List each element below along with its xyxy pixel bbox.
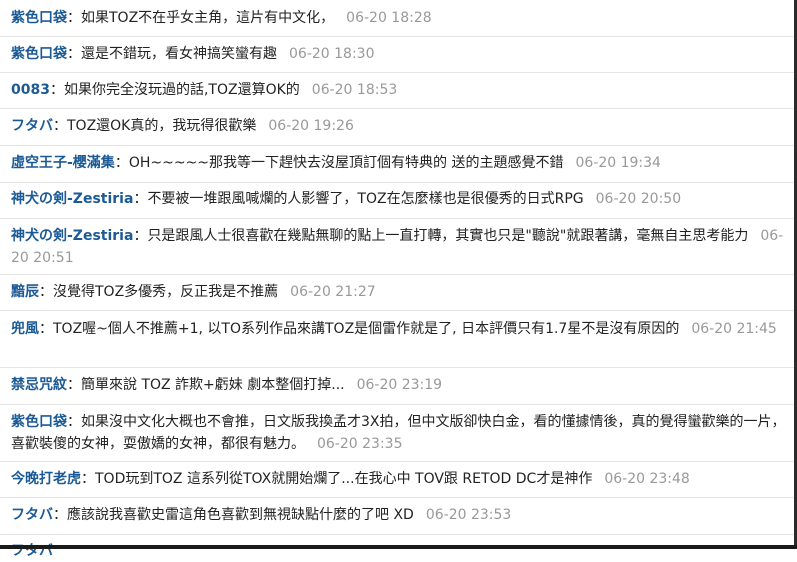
comment-text: 簡單來說 TOZ 詐欺+虧妹 劇本整個打掉... — [81, 377, 345, 393]
comment-text: TOZ還OK真的，我玩得很歡樂 — [67, 118, 257, 134]
comment-author-link[interactable]: 紫色口袋 — [11, 46, 67, 62]
window-bottom-edge — [0, 545, 797, 549]
comment-text: 只是跟風人士很喜歡在幾點無聊的點上一直打轉，其實也只是"聽說"就跟著講，毫無自主… — [147, 228, 749, 244]
comment-text: 不要被一堆跟風喊爛的人影響了，TOZ在怎麼樣也是很優秀的日式RPG — [147, 191, 584, 207]
comment-row: フタバ：應該說我喜歡史雷這角色喜歡到無視缺點什麼的了吧 XD 06-20 23:5… — [0, 498, 797, 535]
comment-time: 06-20 18:28 — [346, 10, 432, 26]
comment-author-link[interactable]: 紫色口袋 — [11, 414, 67, 430]
comment-time: 06-20 21:27 — [290, 284, 376, 300]
comment-author-link[interactable]: 神犬の剣-Zestiria — [11, 228, 133, 244]
comment-row: 紫色口袋：如果沒中文化大概也不會推，日文版我換孟才3X拍，但中文版卻快白金，看的… — [0, 405, 797, 462]
colon: ： — [49, 82, 64, 98]
colon: ： — [67, 46, 81, 62]
comment-time: 06-20 19:34 — [575, 155, 661, 171]
comment-author-link[interactable]: 兜風 — [11, 321, 39, 337]
comment-row: 紫色口袋：還是不錯玩，看女神搞笑蠻有趣 06-20 18:30 — [0, 37, 797, 73]
comment-list: 紫色口袋：如果TOZ不在乎女主角，這片有中文化， 06-20 18:28 紫色口袋… — [0, 0, 797, 559]
colon: ： — [53, 507, 67, 523]
comment-row: 今晚打老虎：TOD玩到TOZ 這系列從TOX就開始爛了...在我心中 TOV跟 … — [0, 462, 797, 498]
comment-time: 06-20 23:19 — [356, 377, 443, 393]
comment-author-link[interactable]: 虛空王子-櫻滿集 — [11, 155, 115, 171]
comment-author-link[interactable]: 黯辰 — [11, 284, 39, 300]
comment-time: 06-20 23:35 — [317, 436, 403, 452]
comment-row: 0083：如果你完全沒玩過的話,TOZ還算OK的 06-20 18:53 — [0, 73, 797, 109]
colon: ： — [39, 284, 53, 300]
comment-row: 神犬の剣-Zestiria：不要被一堆跟風喊爛的人影響了，TOZ在怎麼樣也是很優… — [0, 183, 797, 219]
comment-row: 虛空王子-櫻滿集：OH~~~~~那我等一下趕快去沒屋頂訂個有特典的 送的主題感覺… — [0, 146, 797, 183]
comment-text: 還是不錯玩，看女神搞笑蠻有趣 — [81, 46, 277, 62]
comment-time: 06-20 23:48 — [604, 471, 690, 487]
colon: ： — [67, 414, 81, 430]
comment-text: 如果TOZ不在乎女主角，這片有中文化， — [81, 10, 335, 26]
comment-text: OH~~~~~那我等一下趕快去沒屋頂訂個有特典的 送的主題感覺不錯 — [128, 155, 564, 171]
comment-time: 06-20 18:53 — [311, 82, 398, 98]
comment-time: 06-20 18:30 — [289, 46, 375, 62]
colon: ： — [39, 321, 53, 337]
comment-author-link[interactable]: 0083 — [11, 82, 50, 98]
colon: ： — [67, 377, 81, 393]
comment-text: 應該說我喜歡史雷這角色喜歡到無視缺點什麼的了吧 XD — [67, 507, 414, 523]
comment-row: フタバ：TOZ還OK真的，我玩得很歡樂 06-20 19:26 — [0, 109, 797, 146]
comment-author-link[interactable]: 紫色口袋 — [11, 10, 67, 26]
colon: ： — [133, 191, 148, 207]
colon: ： — [53, 118, 67, 134]
comment-author-link[interactable]: 今晚打老虎 — [11, 471, 81, 487]
comment-time: 06-20 20:50 — [595, 191, 682, 207]
colon: ： — [133, 228, 148, 244]
comment-text: TOZ喔~個人不推薦+1, 以TO系列作品來講TOZ是個雷作就是了, 日本評價只… — [53, 321, 680, 337]
comment-row: 神犬の剣-Zestiria：只是跟風人士很喜歡在幾點無聊的點上一直打轉，其實也只… — [0, 219, 797, 275]
comment-text: TOD玩到TOZ 這系列從TOX就開始爛了...在我心中 TOV跟 RETOD … — [95, 471, 593, 487]
comment-row: 黯辰：沒覺得TOZ多優秀，反正我是不推薦 06-20 21:27 — [0, 275, 797, 311]
comment-time: 06-20 23:53 — [425, 507, 512, 523]
comment-author-link[interactable]: フタバ — [11, 118, 53, 134]
comment-row: 禁忌咒紋：簡單來說 TOZ 詐欺+虧妹 劇本整個打掉... 06-20 23:19 — [0, 368, 797, 405]
comment-text: 如果你完全沒玩過的話,TOZ還算OK的 — [63, 82, 300, 98]
comment-row: 兜風：TOZ喔~個人不推薦+1, 以TO系列作品來講TOZ是個雷作就是了, 日本… — [0, 311, 797, 368]
comment-author-link[interactable]: 禁忌咒紋 — [11, 377, 67, 393]
colon: ： — [114, 155, 129, 171]
comment-author-link[interactable]: 神犬の剣-Zestiria — [11, 191, 133, 207]
comment-text: 沒覺得TOZ多優秀，反正我是不推薦 — [53, 284, 279, 300]
colon: ： — [81, 471, 95, 487]
comment-author-link[interactable]: フタバ — [11, 507, 53, 523]
comment-row: 紫色口袋：如果TOZ不在乎女主角，這片有中文化， 06-20 18:28 — [0, 0, 797, 37]
comment-time: 06-20 19:26 — [268, 118, 354, 134]
colon: ： — [67, 10, 81, 26]
comment-time: 06-20 21:45 — [691, 321, 777, 337]
